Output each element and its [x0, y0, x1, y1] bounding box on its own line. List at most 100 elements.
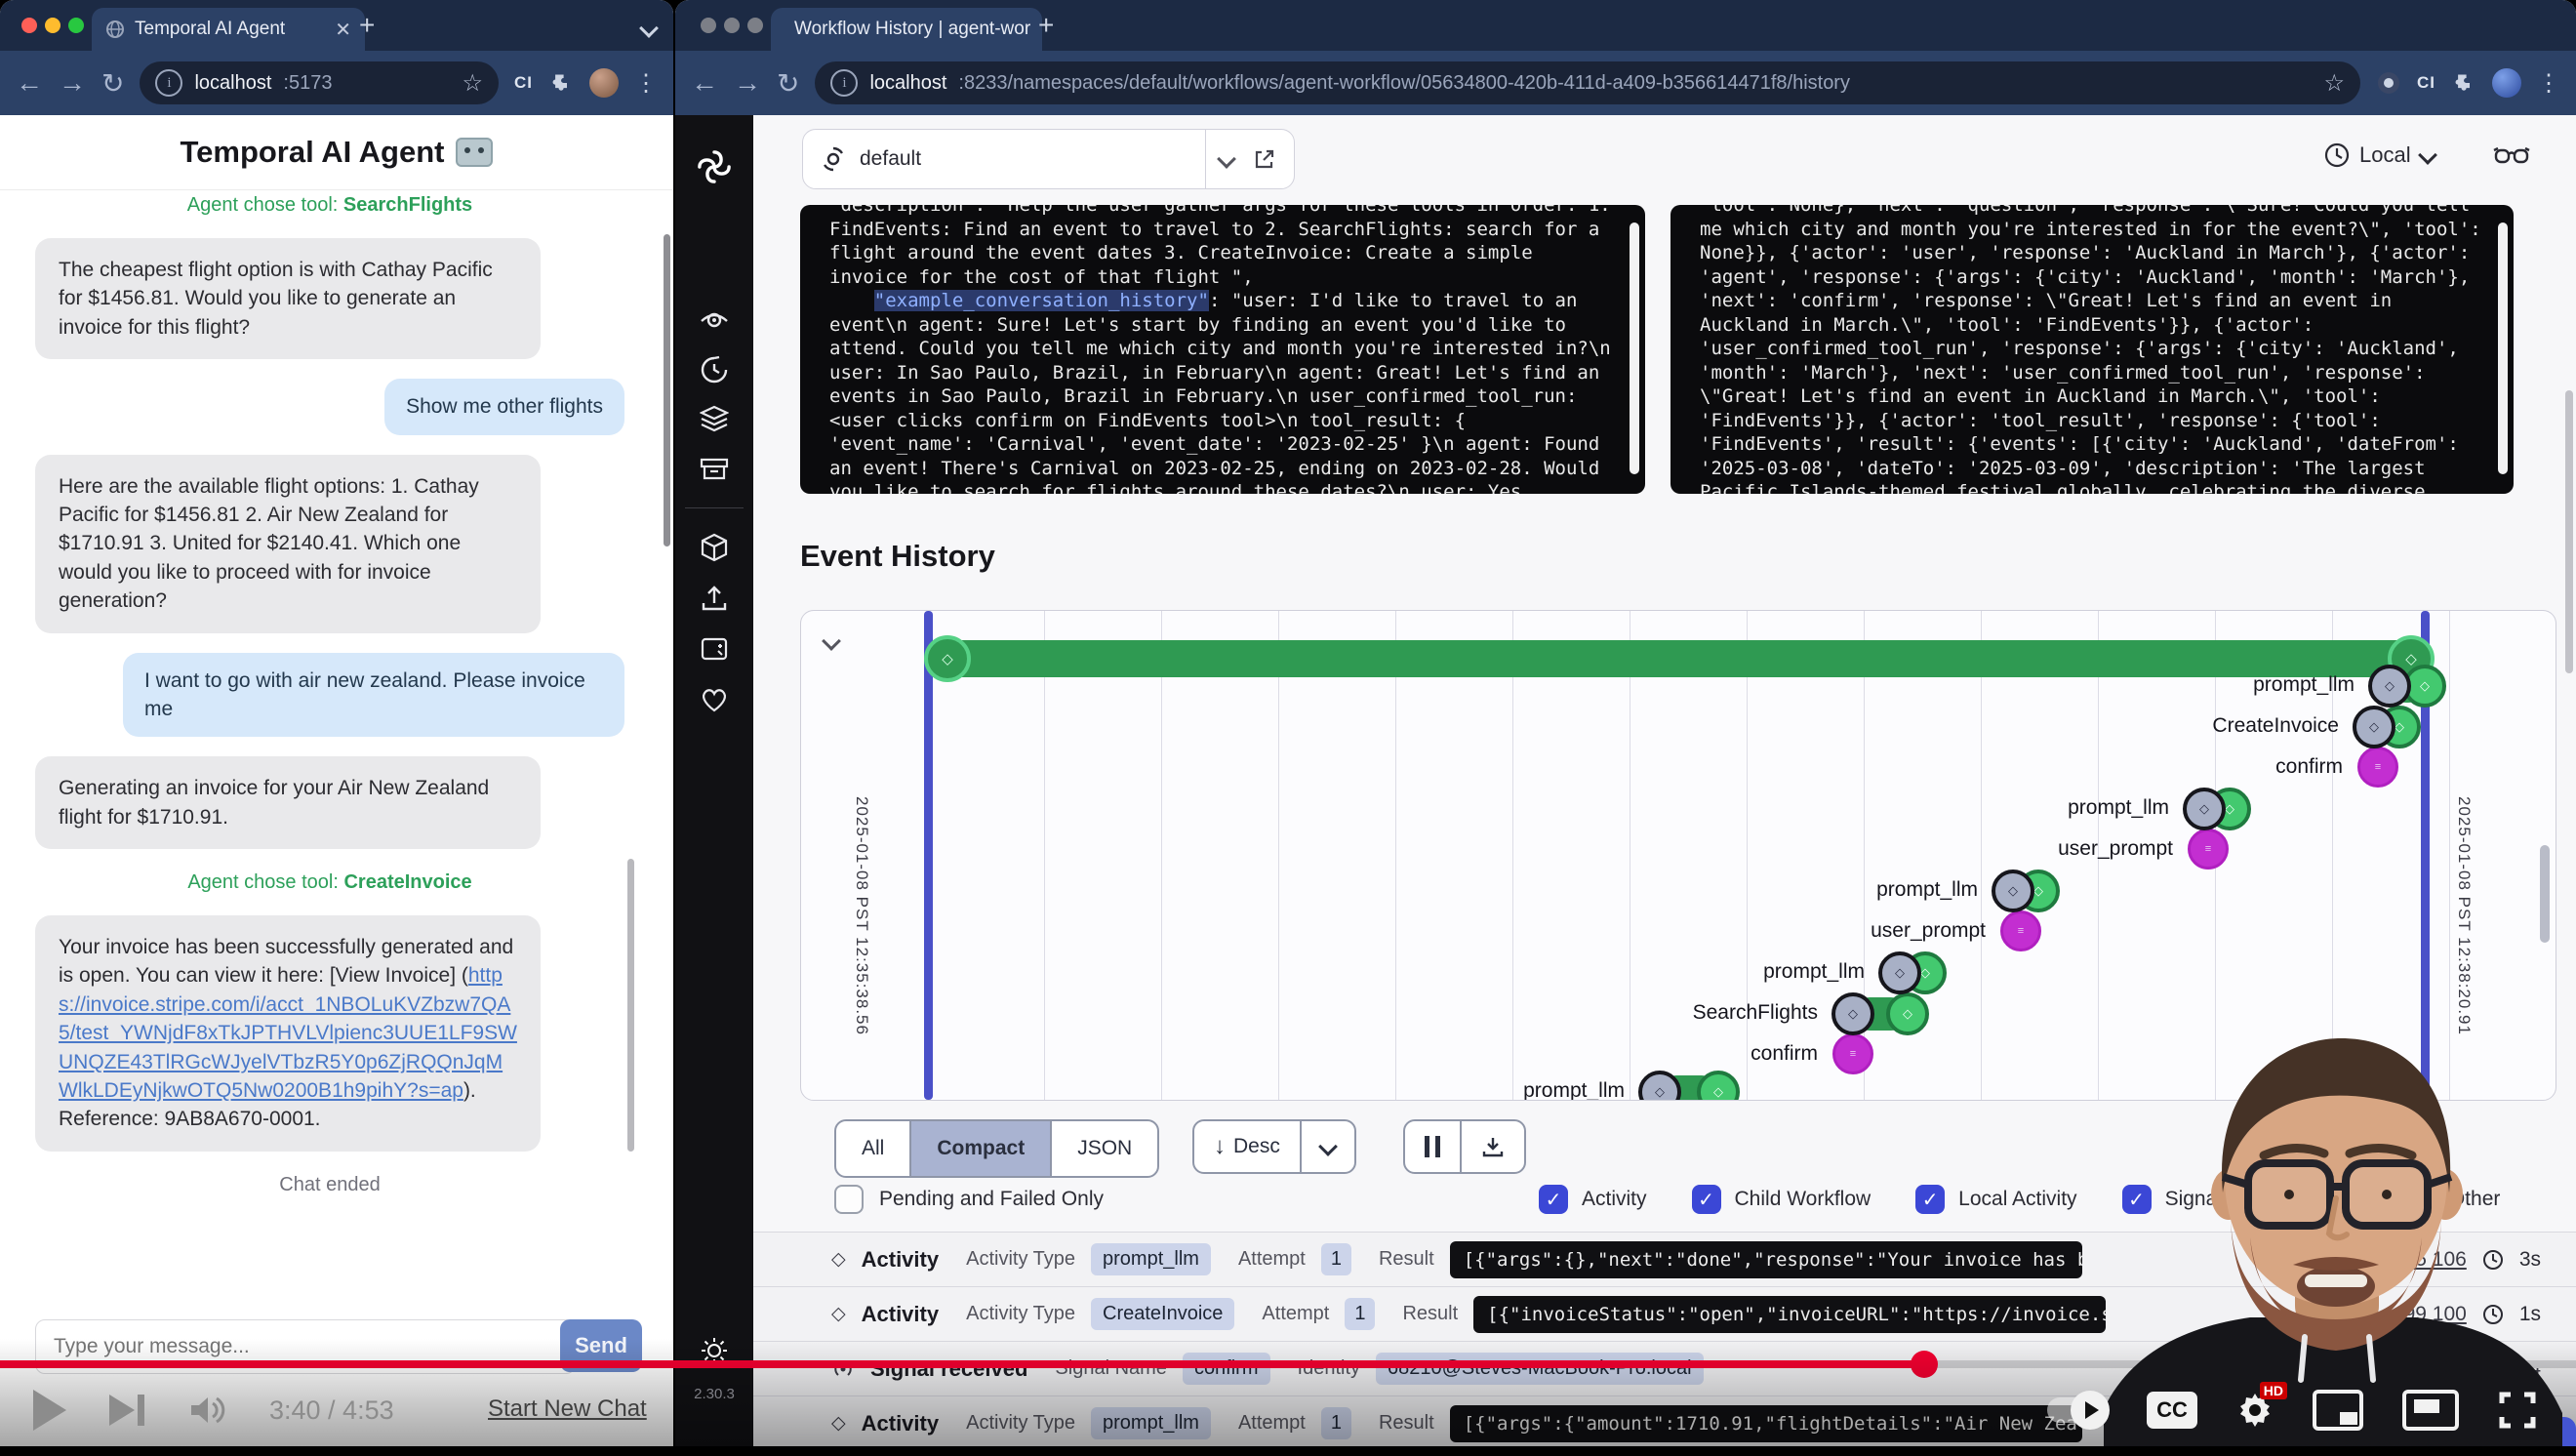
signal-dot[interactable]: ≡ [2188, 829, 2229, 870]
workflow-input-json-panel[interactable]: "description": "Help the user gather arg… [800, 205, 1645, 494]
archive-box-icon[interactable] [700, 455, 729, 484]
chat-scrollbar[interactable] [627, 859, 634, 1152]
activity-scheduled-dot[interactable]: ◇ [2353, 706, 2395, 748]
new-tab-button[interactable]: + [359, 12, 375, 39]
reload-button[interactable]: ↻ [777, 67, 799, 100]
minimize-window-button[interactable] [724, 18, 740, 33]
play-button[interactable] [33, 1390, 66, 1431]
extensions-puzzle-icon[interactable] [2451, 70, 2476, 96]
extension-shield-icon[interactable] [2376, 70, 2401, 96]
stack-layers-icon[interactable] [700, 404, 729, 433]
site-info-icon[interactable]: i [155, 69, 182, 97]
sort-chevron-button[interactable] [1302, 1121, 1354, 1172]
zoom-window-button[interactable] [747, 18, 763, 33]
extension-ci-icon[interactable]: CI [514, 73, 533, 93]
profile-avatar[interactable] [589, 68, 619, 98]
extension-ci-icon[interactable]: CI [2417, 73, 2435, 93]
deployments-cube-icon[interactable] [700, 533, 729, 562]
open-external-icon[interactable] [1253, 147, 1276, 171]
url-path: :5173 [283, 72, 332, 95]
view-compact-button[interactable]: Compact [911, 1121, 1052, 1176]
tab-temporal-ai-agent[interactable]: Temporal AI Agent ✕ [92, 8, 365, 51]
temporal-logo-icon[interactable] [698, 150, 731, 183]
activity-scheduled-dot[interactable]: ◇ [1878, 951, 1921, 994]
pending-failed-filter[interactable]: Pending and Failed Only [834, 1185, 1104, 1214]
field2-label: Attempt [1262, 1303, 1329, 1325]
page-scrollbar[interactable] [664, 234, 670, 546]
chat-message: I want to go with air new zealand. Pleas… [123, 653, 624, 738]
timeline-collapse-chevron[interactable] [817, 627, 852, 662]
sort-desc-button[interactable]: ↓Desc [1194, 1121, 1302, 1172]
event-type-checkbox[interactable]: ✓ [1915, 1185, 1945, 1214]
close-window-button[interactable] [701, 18, 716, 33]
signal-dot[interactable]: ≡ [1832, 1033, 1873, 1074]
pending-failed-checkbox[interactable] [834, 1185, 864, 1214]
site-info-icon[interactable]: i [830, 69, 858, 97]
code-scrollbar[interactable] [1630, 222, 1639, 474]
workflow-result-json-panel[interactable]: 'tool': None}, 'next': 'question', 'resp… [1670, 205, 2514, 494]
page-scrollbar[interactable] [2565, 390, 2573, 673]
theater-mode-button[interactable] [2402, 1390, 2459, 1431]
profile-avatar[interactable] [2492, 68, 2521, 98]
volume-icon[interactable] [187, 1393, 226, 1428]
url-host: localhost [194, 72, 271, 95]
workflow-start-marker[interactable]: ◇ [924, 635, 971, 682]
view-all-button[interactable]: All [836, 1121, 911, 1176]
forward-button[interactable]: → [734, 67, 761, 99]
event-type-filter[interactable]: ✓ Local Activity [1915, 1185, 2076, 1214]
activity-completed-dot[interactable]: ◇ [1886, 992, 1929, 1035]
bookmark-star-icon[interactable]: ☆ [2323, 69, 2345, 98]
address-bar[interactable]: i localhost :5173 ☆ [140, 61, 499, 104]
activity-scheduled-dot[interactable]: ◇ [2183, 788, 2226, 830]
autoplay-toggle[interactable] [2047, 1397, 2108, 1423]
import-upload-icon[interactable] [700, 584, 729, 613]
signal-dot[interactable]: ≡ [2000, 910, 2041, 951]
signal-dot[interactable]: ≡ [2357, 747, 2398, 788]
event-type-filter[interactable]: ✓ Child Workflow [1692, 1185, 1872, 1214]
pause-button[interactable] [1405, 1121, 1462, 1172]
event-type-filter[interactable]: ✓ Activity [1539, 1185, 1647, 1214]
back-button[interactable]: ← [16, 67, 43, 99]
activity-diamond-icon: ◇ [831, 1248, 846, 1271]
namespace-selector[interactable]: default [802, 129, 1295, 189]
tab-workflow-history[interactable]: Workflow History | agent-wor ✕ [771, 8, 1042, 51]
reload-button[interactable]: ↻ [101, 67, 124, 100]
address-bar[interactable]: i localhost:8233/namespaces/default/work… [815, 61, 2360, 104]
bookmark-star-icon[interactable]: ☆ [462, 69, 483, 98]
fullscreen-button[interactable] [2498, 1391, 2537, 1430]
close-window-button[interactable] [21, 18, 37, 33]
view-json-button[interactable]: JSON [1052, 1121, 1157, 1176]
timezone-selector[interactable]: Local [2324, 142, 2435, 168]
labs-glasses-icon[interactable] [2492, 144, 2531, 170]
tab-search-chevron-icon[interactable] [642, 21, 656, 40]
event-type-label: Local Activity [1958, 1188, 2076, 1211]
zoom-window-button[interactable] [68, 18, 84, 33]
miniplayer-button[interactable] [2313, 1390, 2363, 1431]
timeline-scrollbar[interactable] [2540, 845, 2550, 943]
browser-menu-icon[interactable]: ⋮ [634, 69, 658, 98]
schedules-clock-icon[interactable] [700, 355, 729, 384]
settings-button[interactable]: HD [2236, 1392, 2274, 1429]
extensions-puzzle-icon[interactable] [548, 70, 574, 96]
back-button[interactable]: ← [691, 67, 718, 99]
activity-scheduled-dot[interactable]: ◇ [1992, 870, 2034, 912]
labs-card-icon[interactable] [700, 634, 729, 664]
activity-scheduled-dot[interactable]: ◇ [1831, 992, 1874, 1035]
chat-message: Chat ended [279, 1171, 380, 1198]
workflows-eye-icon[interactable] [700, 306, 729, 336]
captions-button[interactable]: CC [2147, 1392, 2197, 1429]
browser-menu-icon[interactable]: ⋮ [2537, 69, 2560, 98]
download-history-button[interactable] [1462, 1121, 1524, 1172]
new-tab-button[interactable]: + [1038, 12, 1054, 39]
minimize-window-button[interactable] [45, 18, 60, 33]
event-type-checkbox[interactable]: ✓ [1539, 1185, 1568, 1214]
forward-button[interactable]: → [59, 67, 86, 99]
close-tab-icon[interactable]: ✕ [335, 18, 351, 42]
activity-scheduled-dot[interactable]: ◇ [2368, 665, 2411, 708]
feedback-heart-icon[interactable] [700, 685, 729, 714]
event-type-checkbox[interactable]: ✓ [1692, 1185, 1721, 1214]
field1-value: CreateInvoice [1091, 1298, 1234, 1330]
code-scrollbar[interactable] [2498, 222, 2508, 474]
start-new-chat-link[interactable]: Start New Chat [488, 1395, 647, 1423]
next-button[interactable] [109, 1395, 144, 1426]
